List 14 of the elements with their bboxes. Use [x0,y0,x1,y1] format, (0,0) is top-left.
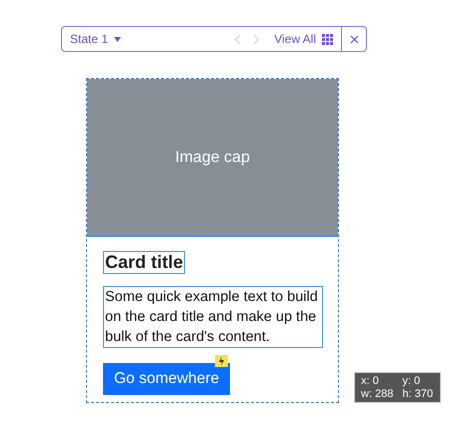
lightning-badge-icon [215,355,228,367]
image-cap: Image cap [87,79,338,237]
card-title: Card title [103,251,186,274]
go-somewhere-button[interactable]: Go somewhere [103,363,230,395]
dimension-label: y: 0 [402,375,422,388]
close-icon [350,34,358,44]
dimension-label: w: 288 [361,388,394,401]
caret-icon [114,36,122,42]
state-dropdown[interactable]: State 1 [62,31,228,47]
card-text: Some quick example text to build on the card title and make up the bulk of the card's content. [103,286,323,348]
dimension-label: x: 0 [361,375,380,388]
view-all-button[interactable]: View All [266,32,341,46]
grid-icon [322,34,333,44]
dimension-label: h: 370 [402,388,434,401]
